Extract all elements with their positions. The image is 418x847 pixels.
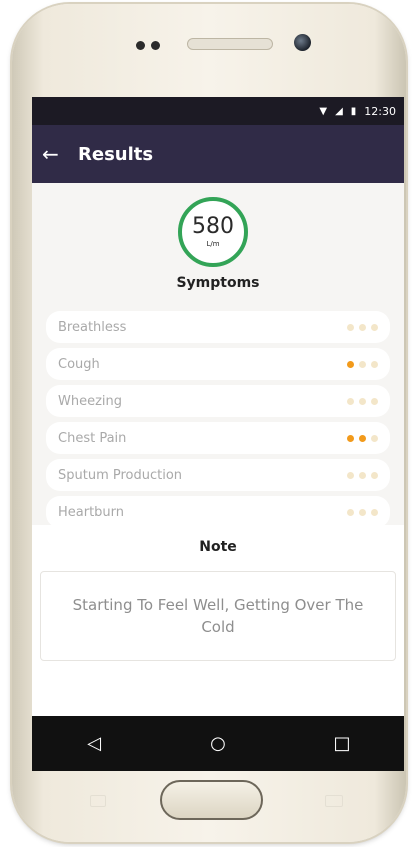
severity-dot[interactable] — [371, 508, 378, 516]
note-card[interactable]: Starting To Feel Well, Getting Over The … — [40, 571, 396, 661]
severity-rating[interactable] — [347, 434, 378, 442]
severity-dot[interactable] — [371, 434, 378, 442]
severity-dot[interactable] — [347, 323, 354, 331]
sensor-dot — [136, 41, 145, 50]
peak-flow-unit: L/m — [206, 240, 220, 248]
severity-dot[interactable] — [359, 471, 366, 479]
symptom-label: Breathless — [58, 319, 127, 335]
severity-rating[interactable] — [347, 323, 378, 331]
page-title: Results — [78, 143, 154, 165]
battery-icon: ▮ — [350, 105, 357, 117]
severity-dot[interactable] — [347, 397, 354, 405]
symptom-row[interactable]: Chest Pain — [46, 422, 390, 454]
severity-dot[interactable] — [347, 471, 354, 479]
home-nav-icon[interactable]: ○ — [198, 733, 238, 754]
wifi-icon: ▼ — [319, 105, 328, 117]
severity-rating[interactable] — [347, 471, 378, 479]
note-heading: Note — [199, 539, 237, 555]
status-time: 12:30 — [364, 104, 396, 118]
sensor-dots — [136, 41, 160, 50]
front-camera — [294, 34, 311, 51]
back-nav-icon[interactable]: ◁ — [74, 733, 114, 754]
app-screen: ▼ ◢ ▮ 12:30 ← Results 580 L/m Symptoms B… — [32, 97, 404, 771]
symptom-row[interactable]: Breathless — [46, 311, 390, 343]
severity-dot[interactable] — [359, 323, 366, 331]
recent-apps-soft-key[interactable] — [90, 795, 106, 807]
status-bar: ▼ ◢ ▮ 12:30 — [32, 97, 404, 125]
severity-dot[interactable] — [359, 434, 366, 442]
severity-dot[interactable] — [359, 360, 366, 368]
severity-rating[interactable] — [347, 397, 378, 405]
peak-flow-gauge: 580 L/m — [178, 197, 248, 267]
symptom-list: Breathless Cough Wheezing Chest Pain Spu… — [46, 311, 390, 533]
signal-icon: ◢ — [335, 105, 343, 117]
severity-dot[interactable] — [359, 508, 366, 516]
severity-dot[interactable] — [347, 508, 354, 516]
severity-dot[interactable] — [347, 360, 354, 368]
symptom-label: Wheezing — [58, 393, 123, 409]
recents-nav-icon[interactable]: □ — [322, 733, 362, 754]
symptom-label: Chest Pain — [58, 430, 127, 446]
severity-rating[interactable] — [347, 360, 378, 368]
earpiece-speaker — [187, 38, 273, 50]
symptom-row[interactable]: Heartburn — [46, 496, 390, 528]
app-bar: ← Results — [32, 125, 404, 183]
severity-dot[interactable] — [371, 397, 378, 405]
severity-dot[interactable] — [371, 323, 378, 331]
severity-dot[interactable] — [371, 471, 378, 479]
symptom-label: Cough — [58, 356, 100, 372]
back-soft-key[interactable] — [325, 795, 343, 807]
peak-flow-value: 580 — [192, 214, 234, 239]
severity-dot[interactable] — [347, 434, 354, 442]
hardware-home-button[interactable] — [160, 780, 263, 820]
note-text: Starting To Feel Well, Getting Over The … — [72, 596, 364, 636]
symptoms-heading: Symptoms — [176, 275, 260, 291]
symptom-row[interactable]: Wheezing — [46, 385, 390, 417]
symptom-label: Sputum Production — [58, 467, 183, 483]
severity-dot[interactable] — [371, 360, 378, 368]
symptom-row[interactable]: Sputum Production — [46, 459, 390, 491]
severity-rating[interactable] — [347, 508, 378, 516]
symptom-row[interactable]: Cough — [46, 348, 390, 380]
results-content: 580 L/m Symptoms Breathless Cough Wheezi… — [32, 183, 404, 771]
symptom-label: Heartburn — [58, 504, 125, 520]
back-arrow-icon[interactable]: ← — [42, 142, 70, 166]
system-nav-bar: ◁ ○ □ — [32, 716, 404, 771]
sensor-dot — [151, 41, 160, 50]
severity-dot[interactable] — [359, 397, 366, 405]
